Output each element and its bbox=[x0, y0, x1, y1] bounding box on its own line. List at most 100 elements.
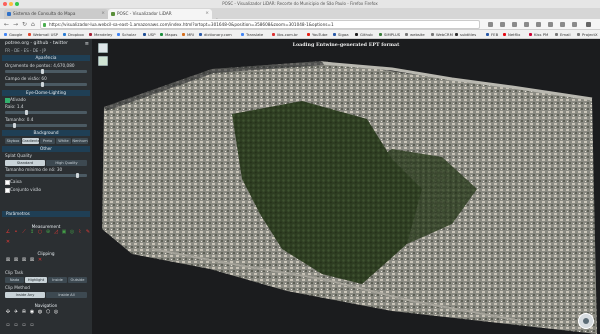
bg-white-button[interactable]: White bbox=[56, 138, 71, 144]
bg-gradient-button[interactable]: Gradiente bbox=[22, 138, 40, 144]
point-cloud-viewer[interactable]: Loading Entwine-generated EPT format bbox=[92, 39, 600, 334]
section-scene[interactable]: Parâmetros bbox=[2, 211, 90, 217]
url-field[interactable]: https://visualizador-lua.webcil-sa-east-… bbox=[40, 20, 480, 29]
navigation-cube-icon[interactable]: ⬡ bbox=[45, 309, 51, 315]
close-tab-icon[interactable]: × bbox=[101, 9, 105, 19]
tab-posc-visualizador[interactable]: POSC - Visualizador LiDAR × bbox=[108, 9, 212, 19]
reload-icon[interactable]: ↻ bbox=[22, 20, 27, 29]
bookmark-item[interactable]: YouTube bbox=[307, 30, 327, 38]
compass-icon[interactable] bbox=[578, 313, 594, 329]
bookmark-item[interactable]: Webmail USP bbox=[28, 30, 58, 38]
account-icon[interactable] bbox=[572, 22, 577, 27]
bookmark-star-icon[interactable] bbox=[488, 22, 493, 27]
view-front-icon[interactable]: ▫ bbox=[5, 322, 11, 328]
bookmark-item[interactable]: Sigaa bbox=[333, 30, 349, 38]
compass-toggle-icon[interactable]: ◎ bbox=[53, 309, 59, 315]
bookmark-item[interactable]: Github bbox=[355, 30, 373, 38]
splat-standard-button[interactable]: Standard bbox=[5, 160, 45, 166]
bg-black-button[interactable]: Preto bbox=[40, 138, 55, 144]
fov-slider[interactable] bbox=[5, 82, 87, 87]
earth-controls-icon[interactable]: ✣ bbox=[5, 309, 11, 315]
bookmark-item[interactable]: Translate bbox=[241, 30, 263, 38]
bookmark-item[interactable]: ProjectX bbox=[577, 30, 598, 38]
viewset-checkbox[interactable]: Conjunto visão bbox=[5, 187, 41, 193]
sphere-tool-icon[interactable]: ◎ bbox=[69, 229, 75, 235]
menu-icon[interactable] bbox=[586, 22, 591, 27]
bookmark-item[interactable]: Kiss PM bbox=[529, 30, 548, 38]
bookmark-item[interactable]: Mapas bbox=[160, 30, 177, 38]
clip-task-highlight-button[interactable]: Highlight bbox=[25, 277, 47, 283]
library-icon[interactable] bbox=[512, 22, 517, 27]
box-checkbox[interactable]: Caixa bbox=[5, 179, 22, 185]
extension-icon[interactable] bbox=[548, 22, 553, 27]
downloads-icon[interactable] bbox=[500, 22, 505, 27]
section-clipping[interactable]: Clipping bbox=[2, 251, 90, 256]
clip-inside-any-button[interactable]: Inside Any bbox=[5, 292, 45, 298]
bookmark-item[interactable]: Netflix bbox=[503, 30, 520, 38]
sidebar-links[interactable]: potree.org - github - twitter bbox=[5, 41, 68, 46]
point-tool-icon[interactable]: • bbox=[13, 229, 19, 235]
section-navigation[interactable]: Navigation bbox=[2, 303, 90, 308]
clip-task-inside-button[interactable]: Inside bbox=[48, 277, 67, 283]
helicopter-controls-icon[interactable]: ✇ bbox=[21, 309, 27, 315]
bookmark-item[interactable]: USP bbox=[143, 30, 155, 38]
back-icon[interactable]: ← bbox=[4, 20, 9, 29]
edl-strength-slider[interactable] bbox=[5, 123, 87, 128]
distance-tool-icon[interactable]: ⟋ bbox=[21, 229, 27, 235]
bookmark-item[interactable]: FEB bbox=[486, 30, 498, 38]
circle-tool-icon[interactable]: ○ bbox=[37, 229, 43, 235]
height-tool-icon[interactable]: ↕ bbox=[29, 229, 35, 235]
bookmark-item[interactable]: libs.com.br bbox=[272, 30, 298, 38]
close-tab-icon[interactable]: × bbox=[205, 9, 209, 19]
view-left-icon[interactable]: ▫ bbox=[13, 322, 19, 328]
bookmark-item[interactable]: Email bbox=[555, 30, 571, 38]
edl-radius-slider[interactable] bbox=[5, 110, 87, 115]
bg-none-button[interactable]: Nenhum bbox=[72, 138, 88, 144]
slider-thumb[interactable] bbox=[76, 173, 80, 178]
bookmark-item[interactable]: Scholar bbox=[117, 30, 136, 38]
bookmark-item[interactable]: Dropbox bbox=[63, 30, 84, 38]
section-background[interactable]: Background bbox=[2, 130, 90, 136]
sidebar-toggle-icon[interactable] bbox=[524, 22, 529, 27]
clip-screen-icon[interactable]: ⊠ bbox=[21, 257, 27, 263]
section-other[interactable]: Other bbox=[2, 146, 90, 152]
remove-clip-icon[interactable]: ✕ bbox=[37, 257, 43, 263]
fly-controls-icon[interactable]: ✈ bbox=[13, 309, 19, 315]
clip-task-outside-button[interactable]: Outside bbox=[68, 277, 87, 283]
profile-tool-icon[interactable]: ⌇ bbox=[77, 229, 83, 235]
section-appearance[interactable]: Aparência bbox=[2, 55, 90, 61]
tab-sistema-consulta[interactable]: Sistema de Consulta do Mapa × bbox=[4, 9, 108, 19]
angle-tool-icon[interactable]: ∠ bbox=[5, 229, 11, 235]
slider-thumb[interactable] bbox=[40, 69, 44, 74]
azimuth-tool-icon[interactable]: ⊕ bbox=[45, 229, 51, 235]
section-eye-dome[interactable]: Eye-Dome-Lighting bbox=[2, 90, 90, 96]
bookmark-item[interactable]: subtitles bbox=[455, 30, 476, 38]
min-node-size-slider[interactable] bbox=[5, 173, 87, 178]
extension-icon[interactable] bbox=[536, 22, 541, 27]
point-budget-slider[interactable] bbox=[5, 69, 87, 74]
language-links[interactable]: FR - DE - ES - DE - JP bbox=[5, 48, 46, 53]
volume-tool-icon[interactable]: ▣ bbox=[61, 229, 67, 235]
edl-enable-checkbox[interactable]: Ativado bbox=[5, 97, 26, 103]
clip-inside-all-button[interactable]: Inside All bbox=[46, 292, 87, 298]
bookmark-item[interactable]: MRI bbox=[182, 30, 194, 38]
clip-polygon-icon[interactable]: ⊠ bbox=[13, 257, 19, 263]
bg-skybox-button[interactable]: Skybox bbox=[5, 138, 21, 144]
clip-plane-icon[interactable]: ⊠ bbox=[29, 257, 35, 263]
bookmark-item[interactable]: SIMPLUS bbox=[379, 30, 400, 38]
bookmark-item[interactable]: dictionary.com bbox=[199, 30, 232, 38]
full-extent-icon[interactable]: ◍ bbox=[37, 309, 43, 315]
clip-task-none-button[interactable]: Nada bbox=[5, 277, 24, 283]
splat-high-quality-button[interactable]: High Quality bbox=[46, 160, 87, 166]
area-tool-icon[interactable]: ◿ bbox=[53, 229, 59, 235]
slider-thumb[interactable] bbox=[24, 110, 28, 115]
forward-icon[interactable]: → bbox=[13, 20, 18, 29]
orbit-controls-icon[interactable]: ◉ bbox=[29, 309, 35, 315]
view-bottom-icon[interactable]: ▫ bbox=[29, 322, 35, 328]
bookmark-item[interactable]: WebCRM bbox=[431, 30, 453, 38]
toggle-sidebar-icon[interactable] bbox=[98, 43, 108, 53]
point-cloud-render[interactable] bbox=[92, 39, 600, 334]
slider-thumb[interactable] bbox=[12, 123, 16, 128]
annotation-tool-icon[interactable]: ✎ bbox=[85, 229, 91, 235]
remove-all-icon[interactable]: ✕ bbox=[5, 239, 11, 245]
